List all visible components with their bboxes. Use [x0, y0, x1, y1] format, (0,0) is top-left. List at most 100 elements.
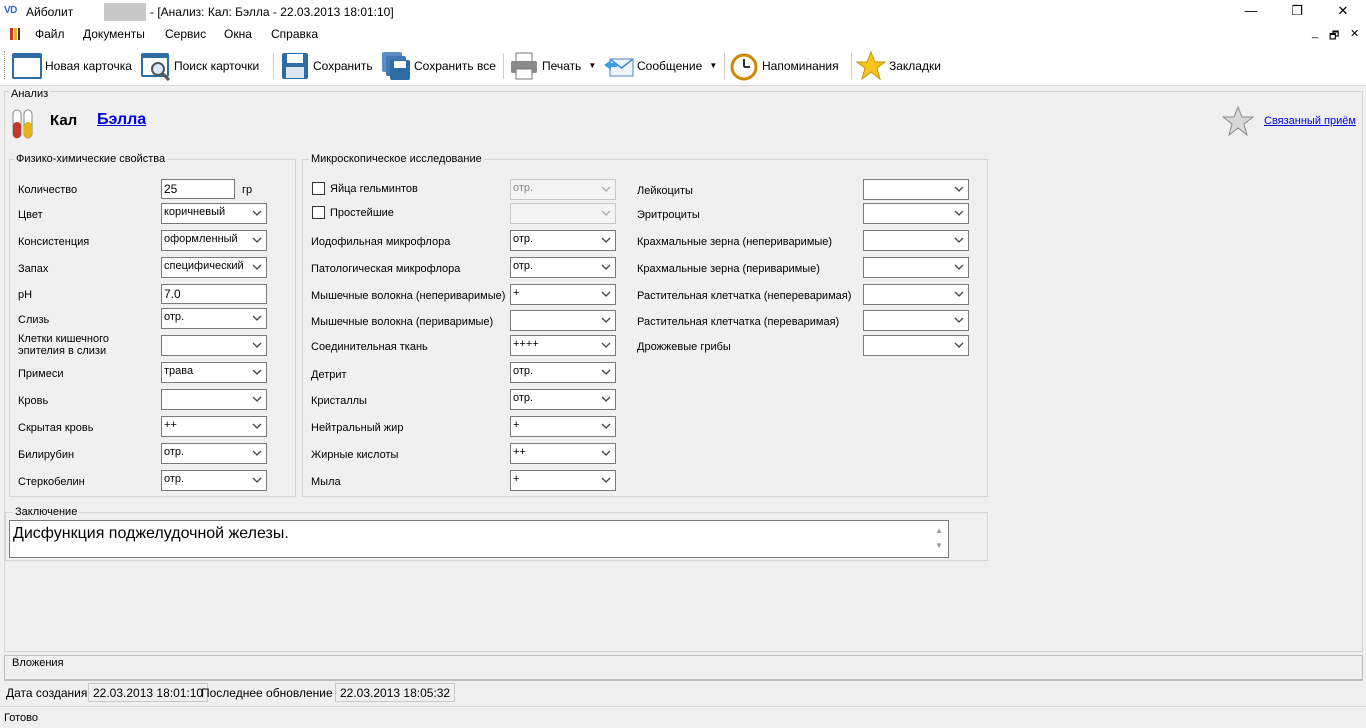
search-card-button[interactable]: Поиск карточки — [141, 49, 259, 82]
iodophilic-flora-select[interactable]: отр. — [510, 230, 616, 251]
admixtures-label: Примеси — [18, 368, 64, 380]
color-label: Цвет — [18, 209, 43, 221]
bilirubin-select[interactable]: отр. — [161, 443, 267, 464]
neutral-fat-label: Нейтральный жир — [311, 422, 404, 434]
message-dropdown-arrow[interactable]: ▼ — [709, 61, 717, 70]
admixtures-select[interactable]: трава — [161, 362, 267, 383]
chevron-down-icon — [252, 450, 262, 456]
bilirubin-select-value: отр. — [164, 446, 185, 458]
crystals-select-value: отр. — [513, 392, 534, 404]
starch-undigested-label: Крахмальные зерна (непериваримые) — [637, 236, 833, 248]
menu-documents[interactable]: Документы — [83, 27, 145, 41]
blood-select[interactable] — [161, 389, 267, 410]
leukocytes-label: Лейкоциты — [637, 185, 693, 197]
minimize-button[interactable]: — — [1228, 0, 1274, 24]
updated-label: Последнее обновление — [201, 686, 333, 700]
occult-blood-select[interactable]: ++ — [161, 416, 267, 437]
chevron-down-icon — [252, 237, 262, 243]
reminders-label: Напоминания — [762, 58, 839, 73]
analysis-kind: Кал — [50, 112, 78, 129]
save-all-label: Сохранить все — [414, 58, 496, 73]
chevron-down-icon — [601, 210, 611, 216]
mdi-restore-button[interactable]: 🗗 — [1329, 27, 1339, 46]
patient-link[interactable]: Бэлла — [97, 111, 146, 129]
reminders-button[interactable]: Напоминания — [729, 49, 839, 82]
mdi-close-button[interactable]: ✕ — [1350, 27, 1359, 40]
alarm-clock-icon — [730, 53, 758, 80]
scroll-up-icon[interactable]: ▲ — [932, 523, 946, 538]
print-dropdown-arrow[interactable]: ▼ — [588, 61, 596, 70]
message-button[interactable]: Сообщение ▼ — [604, 49, 717, 82]
muscle-fibers-digested-select[interactable] — [510, 310, 616, 331]
stercobilin-label: Стеркобелин — [18, 476, 85, 488]
plant-fiber-undigested-select[interactable] — [863, 284, 969, 305]
protozoa-checkbox[interactable] — [312, 206, 325, 219]
helminth-eggs-checkbox[interactable] — [312, 182, 325, 195]
attachments-group-title: Вложения — [10, 657, 66, 669]
epithelium-select[interactable] — [161, 335, 267, 356]
mucus-label: Слизь — [18, 314, 50, 326]
toolbar: Новая карточка Поиск карточки Сохранить … — [0, 45, 1366, 86]
mucus-select[interactable]: отр. — [161, 308, 267, 329]
neutral-fat-select[interactable]: + — [510, 416, 616, 437]
muscle-fibers-undigested-select[interactable]: + — [510, 284, 616, 305]
conclusion-textarea[interactable]: Дисфункция поджелудочной железы. ▲ ▼ — [9, 520, 949, 558]
erythrocytes-select[interactable] — [863, 203, 969, 224]
stercobilin-select[interactable]: отр. — [161, 470, 267, 491]
crystals-select[interactable]: отр. — [510, 389, 616, 410]
toolbar-separator — [724, 53, 725, 79]
chevron-down-icon — [252, 477, 262, 483]
plant-fiber-undigested-label: Растительная клетчатка (непереваримая) — [637, 290, 852, 302]
connective-tissue-select[interactable]: ++++ — [510, 335, 616, 356]
smell-select[interactable]: специфический — [161, 257, 267, 278]
save-button[interactable]: Сохранить — [280, 49, 373, 82]
connective-tissue-label: Соединительная ткань — [311, 341, 428, 353]
leukocytes-select[interactable] — [863, 179, 969, 200]
attachments-group[interactable] — [4, 655, 1363, 681]
new-card-button[interactable]: Новая карточка — [12, 49, 132, 82]
consistency-select[interactable]: оформленный — [161, 230, 267, 251]
admixtures-select-value: трава — [164, 365, 194, 377]
related-visit-link[interactable]: Связанный приём — [1264, 115, 1356, 127]
quantity-label: Количество — [18, 184, 78, 196]
detritus-label: Детрит — [311, 369, 347, 381]
mdi-minimize-button[interactable]: _ — [1312, 27, 1318, 39]
protozoa-select[interactable] — [510, 203, 616, 224]
document-window-icon[interactable] — [9, 27, 21, 41]
soaps-select[interactable]: + — [510, 470, 616, 491]
consistency-label: Консистенция — [18, 236, 90, 248]
conclusion-group-title: Заключение — [13, 506, 80, 518]
helminth-eggs-select-value: отр. — [513, 182, 534, 194]
floppy-disk-icon — [282, 52, 308, 79]
fatty-acids-select[interactable]: ++ — [510, 443, 616, 464]
maximize-button[interactable]: ❐ — [1274, 0, 1320, 24]
plant-fiber-digested-select[interactable] — [863, 310, 969, 331]
menu-file[interactable]: Файл — [35, 27, 65, 41]
save-all-button[interactable]: Сохранить все — [381, 49, 496, 82]
color-select-value: коричневый — [164, 206, 226, 218]
bookmarks-button[interactable]: Закладки — [856, 49, 941, 82]
helminth-eggs-select[interactable]: отр. — [510, 179, 616, 200]
close-button[interactable]: ✕ — [1320, 0, 1366, 24]
chevron-down-icon — [252, 315, 262, 321]
pathological-flora-select[interactable]: отр. — [510, 257, 616, 278]
conclusion-scrollbar[interactable]: ▲ ▼ — [932, 523, 946, 555]
protozoa-label: Простейшие — [330, 207, 394, 219]
color-select[interactable]: коричневый — [161, 203, 267, 224]
print-button[interactable]: Печать ▼ — [509, 49, 596, 82]
scroll-down-icon[interactable]: ▼ — [932, 538, 946, 553]
soaps-label: Мыла — [311, 476, 341, 488]
toolbar-grip[interactable] — [4, 51, 7, 79]
starch-undigested-select[interactable] — [863, 230, 969, 251]
menu-help[interactable]: Справка — [271, 27, 318, 41]
menu-windows[interactable]: Окна — [224, 27, 252, 41]
quantity-input[interactable]: 25 — [161, 179, 235, 199]
connective-tissue-select-value: ++++ — [513, 338, 539, 350]
star-icon[interactable] — [1222, 105, 1254, 137]
menu-service[interactable]: Сервис — [165, 27, 206, 41]
save-label: Сохранить — [313, 58, 373, 73]
yeast-fungi-select[interactable] — [863, 335, 969, 356]
ph-input[interactable]: 7.0 — [161, 284, 267, 304]
detritus-select[interactable]: отр. — [510, 362, 616, 383]
starch-digested-select[interactable] — [863, 257, 969, 278]
